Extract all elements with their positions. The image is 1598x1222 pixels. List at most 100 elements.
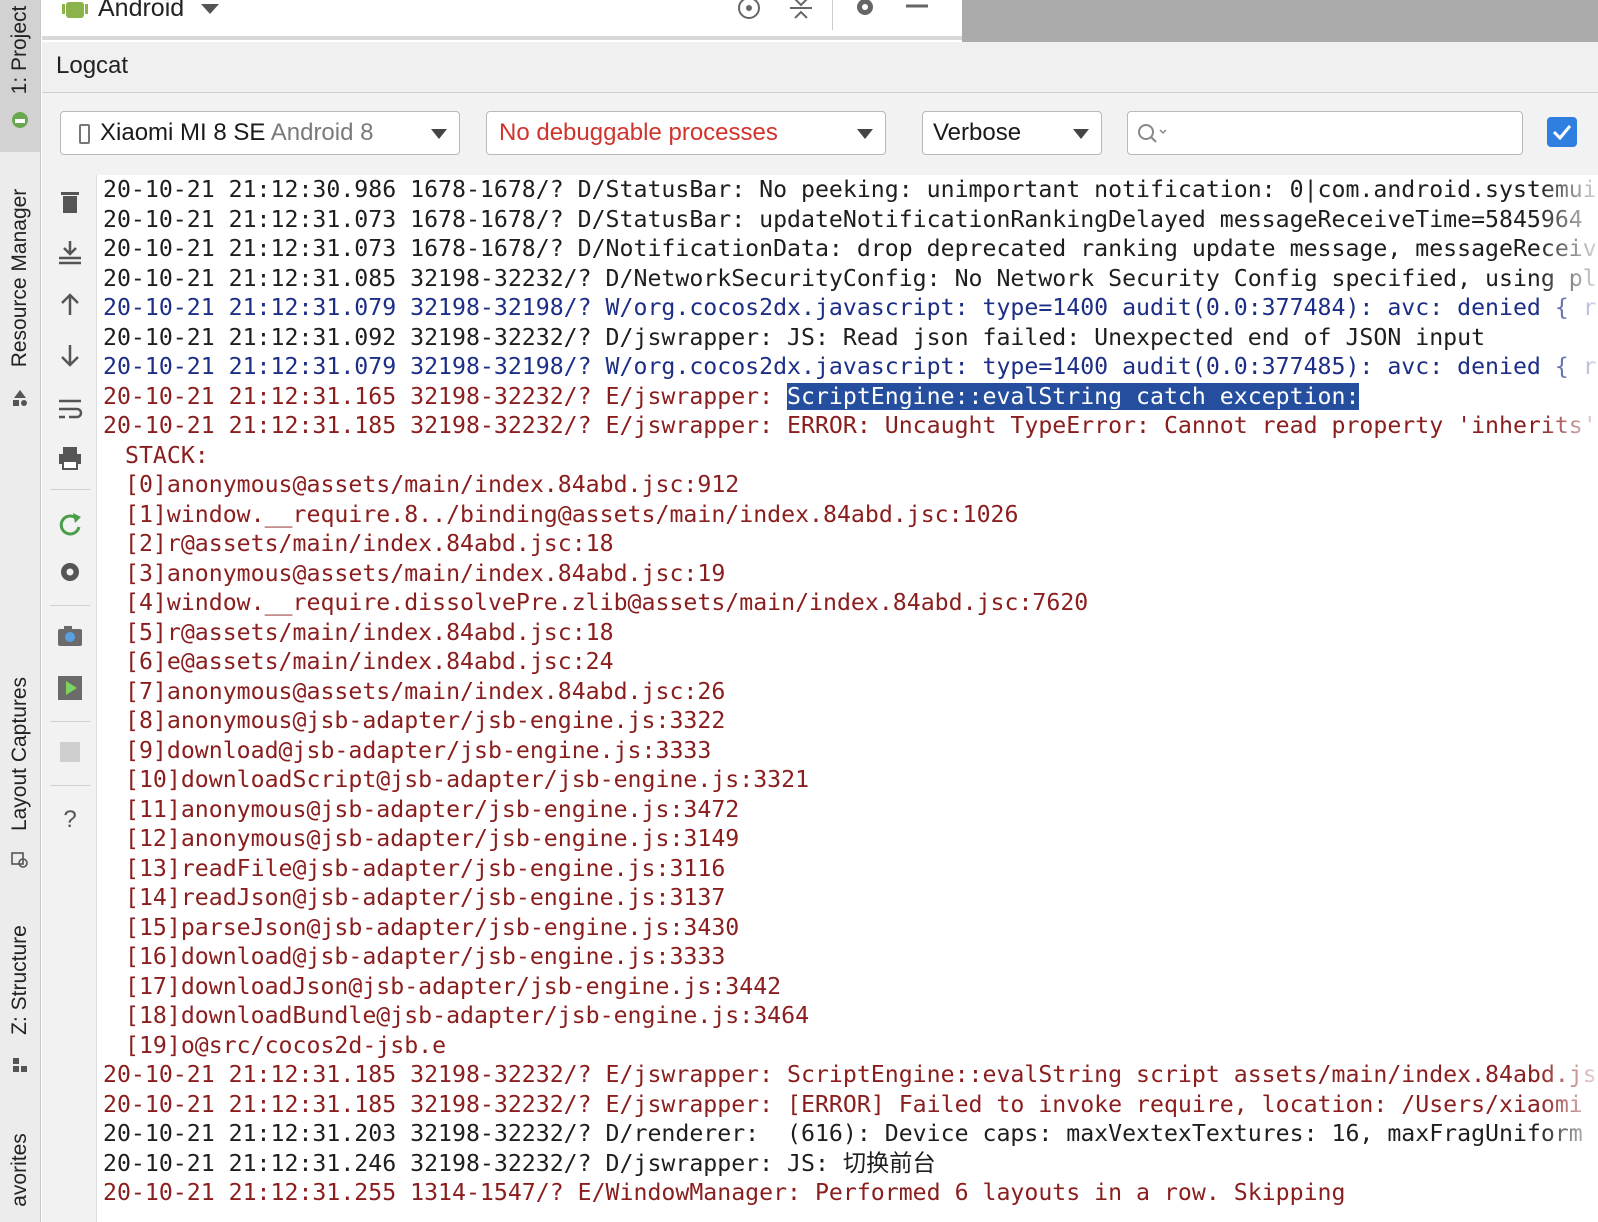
log-line[interactable]: 20-10-21 21:12:31.165 32198-32232/? E/js…: [103, 382, 1598, 412]
minimize-icon[interactable]: [902, 0, 932, 26]
device-dropdown[interactable]: Xiaomi MI 8 SE Android 8: [60, 111, 460, 155]
stack-trace-line[interactable]: [15]parseJson@jsb-adapter/jsb-engine.js:…: [103, 913, 1598, 943]
log-text: [3]anonymous@assets/main/index.84abd.jsc…: [125, 559, 726, 587]
stop-icon[interactable]: [55, 737, 85, 767]
log-line[interactable]: 20-10-21 21:12:31.203 32198-32232/? D/re…: [103, 1119, 1598, 1149]
logcat-filter-toolbar: Xiaomi MI 8 SE Android 8 No debuggable p…: [42, 93, 1598, 175]
log-text: 20-10-21 21:12:31.079 32198-32198/? W/or…: [103, 353, 1598, 380]
log-lines: 20-10-21 21:12:30.986 1678-1678/? D/Stat…: [103, 175, 1598, 1208]
tab-layout-captures[interactable]: Layout Captures: [8, 677, 32, 831]
log-line[interactable]: 20-10-21 21:12:31.255 1314-1547/? E/Wind…: [103, 1178, 1598, 1208]
tab-structure[interactable]: Z: Structure: [8, 925, 32, 1035]
stack-trace-line[interactable]: [14]readJson@jsb-adapter/jsb-engine.js:3…: [103, 883, 1598, 913]
device-name: Xiaomi MI 8 SE: [100, 119, 266, 146]
log-text: [11]anonymous@jsb-adapter/jsb-engine.js:…: [125, 795, 740, 823]
logcat-tool-window-header: Logcat: [42, 42, 1598, 93]
log-line[interactable]: 20-10-21 21:12:31.079 32198-32198/? W/or…: [103, 293, 1598, 323]
process-dropdown[interactable]: No debuggable processes: [486, 111, 886, 155]
regex-checkbox[interactable]: [1547, 117, 1577, 147]
help-icon[interactable]: ?: [55, 803, 85, 833]
tab-project[interactable]: 1: Project: [0, 0, 40, 152]
log-line[interactable]: 20-10-21 21:12:31.185 32198-32232/? E/js…: [103, 1090, 1598, 1120]
stack-trace-line[interactable]: [6]e@assets/main/index.84abd.jsc:24: [103, 647, 1598, 677]
stack-trace-line[interactable]: [10]downloadScript@jsb-adapter/jsb-engin…: [103, 765, 1598, 795]
chevron-down-icon: [431, 129, 447, 139]
log-text: [2]r@assets/main/index.84abd.jsc:18: [125, 530, 614, 557]
log-text: 20-10-21 21:12:31.073 1678-1678/? D/Stat…: [103, 205, 1583, 233]
toolbar-separator: [832, 0, 833, 30]
android-logo-icon: [62, 2, 88, 18]
stack-trace-line[interactable]: [8]anonymous@jsb-adapter/jsb-engine.js:3…: [103, 706, 1598, 736]
project-view-selector[interactable]: Android: [98, 0, 220, 23]
log-text: 20-10-21 21:12:31.165 32198-32232/? E/js…: [103, 382, 788, 410]
search-input[interactable]: [1127, 111, 1523, 155]
layout-captures-icon: [11, 852, 28, 868]
device-version: Android 8: [270, 119, 374, 146]
log-text: [17]downloadJson@jsb-adapter/jsb-engine.…: [125, 972, 782, 1000]
log-text: 20-10-21 21:12:31.185 32198-32232/? E/js…: [103, 412, 1597, 439]
soft-wrap-icon[interactable]: [55, 393, 85, 423]
log-line[interactable]: 20-10-21 21:12:31.073 1678-1678/? D/Stat…: [103, 205, 1598, 235]
log-text: 20-10-21 21:12:31.255 1314-1547/? E/Wind…: [103, 1179, 1346, 1206]
tab-project-label: 1: Project: [8, 5, 31, 95]
log-line[interactable]: 20-10-21 21:12:31.085 32198-32232/? D/Ne…: [103, 264, 1598, 294]
stack-trace-line[interactable]: [18]downloadBundle@jsb-adapter/jsb-engin…: [103, 1001, 1598, 1031]
tool-window-strip: 1: Project Resource Manager Layout Captu…: [0, 0, 41, 1222]
log-line[interactable]: 20-10-21 21:12:31.079 32198-32198/? W/or…: [103, 352, 1598, 382]
svg-text:?: ?: [63, 806, 76, 833]
editor-area: [962, 0, 1598, 42]
print-icon[interactable]: [55, 443, 85, 473]
toolbar-separator: [50, 489, 90, 490]
log-text: [9]download@jsb-adapter/jsb-engine.js:33…: [125, 736, 712, 764]
log-text: 20-10-21 21:12:31.203 32198-32232/? D/re…: [103, 1120, 1583, 1147]
log-line[interactable]: 20-10-21 21:12:31.185 32198-32232/? E/js…: [103, 411, 1598, 441]
log-text: 20-10-21 21:12:31.079 32198-32198/? W/or…: [103, 294, 1598, 321]
trash-icon[interactable]: [55, 187, 85, 217]
log-line[interactable]: 20-10-21 21:12:31.246 32198-32232/? D/js…: [103, 1149, 1598, 1179]
stack-trace-line[interactable]: [4]window.__require.dissolvePre.zlib@ass…: [103, 588, 1598, 618]
log-line[interactable]: 20-10-21 21:12:31.185 32198-32232/? E/js…: [103, 1060, 1598, 1090]
stack-trace-line[interactable]: [11]anonymous@jsb-adapter/jsb-engine.js:…: [103, 795, 1598, 825]
stack-trace-line[interactable]: [13]readFile@jsb-adapter/jsb-engine.js:3…: [103, 854, 1598, 884]
gear-icon[interactable]: [850, 0, 880, 26]
stack-trace-line[interactable]: [3]anonymous@assets/main/index.84abd.jsc…: [103, 559, 1598, 589]
log-text: [1]window.__require.8../binding@assets/m…: [125, 500, 1019, 528]
stack-trace-line[interactable]: [5]r@assets/main/index.84abd.jsc:18: [103, 618, 1598, 648]
android-icon: [12, 112, 28, 128]
tab-resource-manager[interactable]: Resource Manager: [8, 189, 32, 368]
restart-icon[interactable]: [55, 509, 85, 539]
stack-trace-line[interactable]: [9]download@jsb-adapter/jsb-engine.js:33…: [103, 736, 1598, 766]
stack-trace-line[interactable]: [2]r@assets/main/index.84abd.jsc:18: [103, 529, 1598, 559]
gear-icon[interactable]: [55, 557, 85, 587]
stack-trace-line[interactable]: [19]o@src/cocos2d-jsb.e: [103, 1031, 1598, 1061]
scroll-to-end-icon[interactable]: [55, 237, 85, 267]
arrow-up-icon[interactable]: [55, 289, 85, 319]
log-line[interactable]: 20-10-21 21:12:31.092 32198-32232/? D/js…: [103, 323, 1598, 353]
stack-trace-line[interactable]: STACK:: [103, 441, 1598, 471]
screen-capture-icon[interactable]: [55, 621, 85, 651]
log-text: 20-10-21 21:12:31.246 32198-32232/? D/js…: [103, 1149, 936, 1177]
log-text: [4]window.__require.dissolvePre.zlib@ass…: [125, 589, 1089, 616]
stack-trace-line[interactable]: [0]anonymous@assets/main/index.84abd.jsc…: [103, 470, 1598, 500]
log-text: 20-10-21 21:12:31.073 1678-1678/? D/Noti…: [103, 235, 1598, 262]
tab-favorites[interactable]: avorites: [8, 1133, 32, 1207]
log-text: [16]download@jsb-adapter/jsb-engine.js:3…: [125, 943, 726, 970]
log-text: [12]anonymous@jsb-adapter/jsb-engine.js:…: [125, 825, 740, 852]
locate-icon[interactable]: [734, 0, 764, 26]
screen-record-icon[interactable]: [55, 673, 85, 703]
stack-trace-line[interactable]: [7]anonymous@assets/main/index.84abd.jsc…: [103, 677, 1598, 707]
log-level-dropdown[interactable]: Verbose: [922, 111, 1102, 155]
arrow-down-icon[interactable]: [55, 341, 85, 371]
stack-trace-line[interactable]: [17]downloadJson@jsb-adapter/jsb-engine.…: [103, 972, 1598, 1002]
log-line[interactable]: 20-10-21 21:12:30.986 1678-1678/? D/Stat…: [103, 175, 1598, 205]
stack-trace-line[interactable]: [16]download@jsb-adapter/jsb-engine.js:3…: [103, 942, 1598, 972]
stack-trace-line[interactable]: [12]anonymous@jsb-adapter/jsb-engine.js:…: [103, 824, 1598, 854]
logcat-output[interactable]: 20-10-21 21:12:30.986 1678-1678/? D/Stat…: [97, 175, 1598, 1222]
collapse-all-icon[interactable]: [786, 0, 816, 26]
selected-text: ScriptEngine::evalString catch exception…: [787, 382, 1360, 410]
check-icon: [1552, 125, 1572, 141]
log-line[interactable]: 20-10-21 21:12:31.073 1678-1678/? D/Noti…: [103, 234, 1598, 264]
log-text: [0]anonymous@assets/main/index.84abd.jsc…: [125, 471, 740, 498]
stack-trace-line[interactable]: [1]window.__require.8../binding@assets/m…: [103, 500, 1598, 530]
chevron-down-icon: [1073, 129, 1089, 139]
